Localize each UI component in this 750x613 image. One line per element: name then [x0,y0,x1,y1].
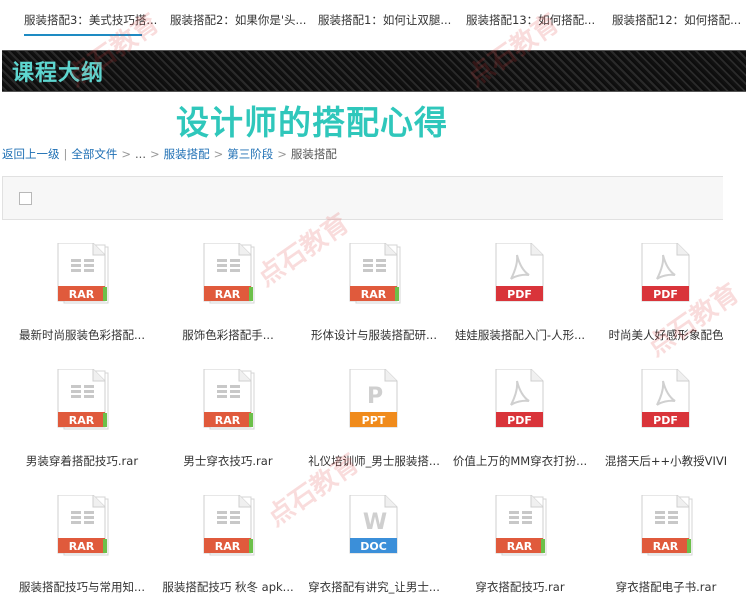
file-name[interactable]: 服饰色彩搭配手... [158,327,298,343]
file-item[interactable]: RAR 男装穿着搭配技巧.rar [12,368,152,487]
file-item[interactable]: PDF 价值上万的MM穿衣打扮... [450,368,590,487]
tab-5[interactable]: 服装搭配12：如何搭配... [612,12,750,28]
rar-file-icon[interactable]: RAR [495,494,547,557]
file-name[interactable]: 礼仪培训师_男士服装搭... [304,453,444,469]
svg-text:PDF: PDF [507,414,532,427]
file-name[interactable]: 服装搭配技巧 秋冬 apk... [158,579,298,595]
file-item[interactable]: RAR 服装搭配技巧 秋冬 apk... [158,494,298,613]
file-name[interactable]: 男装穿着搭配技巧.rar [12,453,152,469]
file-item[interactable]: PDF 时尚美人好感形象配色 [596,242,736,361]
rar-file-icon[interactable]: RAR [641,494,693,557]
file-item[interactable]: W DOC 穿衣搭配有讲究_让男士... [304,494,444,613]
file-toolbar [2,176,723,220]
file-item[interactable]: RAR 服饰色彩搭配手... [158,242,298,361]
svg-text:RAR: RAR [69,288,95,301]
tab-3[interactable]: 服装搭配1：如何让双腿... [318,12,458,28]
rar-file-icon[interactable]: RAR [57,368,109,431]
chevron-right-icon: > [277,147,287,161]
file-item[interactable]: PDF 娃娃服装搭配入门-人形... [450,242,590,361]
rar-file-icon[interactable]: RAR [349,242,401,305]
svg-text:RAR: RAR [215,540,241,553]
tab-4[interactable]: 服装搭配13：如何搭配... [466,12,606,28]
file-item[interactable]: RAR 穿衣搭配技巧.rar [450,494,590,613]
file-name[interactable]: 穿衣搭配电子书.rar [596,579,736,595]
file-name[interactable]: 形体设计与服装搭配研... [304,327,444,343]
svg-text:PDF: PDF [507,288,532,301]
breadcrumb-level1-link[interactable]: 服装搭配 [164,147,210,161]
svg-text:PPT: PPT [362,414,386,427]
file-name[interactable]: 男士穿衣技巧.rar [158,453,298,469]
svg-text:RAR: RAR [215,288,241,301]
file-name[interactable]: 时尚美人好感形象配色 [596,327,736,343]
svg-text:RAR: RAR [69,414,95,427]
rar-file-icon[interactable]: RAR [203,368,255,431]
file-item[interactable]: RAR 形体设计与服装搭配研... [304,242,444,361]
file-item[interactable]: PDF 混搭天后++小教授VIVI [596,368,736,487]
svg-text:RAR: RAR [507,540,533,553]
svg-text:RAR: RAR [361,288,387,301]
file-name[interactable]: 穿衣搭配有讲究_让男士... [304,579,444,595]
file-name[interactable]: 服装搭配技巧与常用知... [12,579,152,595]
course-banner: 课程大纲 [2,50,746,92]
breadcrumb-divider: | [63,147,68,161]
tab-1[interactable]: 服装搭配3：美式技巧搭... [24,12,164,28]
chevron-right-icon: > [213,147,224,161]
svg-text:RAR: RAR [69,540,95,553]
file-name[interactable]: 穿衣搭配技巧.rar [450,579,590,595]
pdf-file-icon[interactable]: PDF [495,242,547,305]
svg-text:RAR: RAR [653,540,679,553]
pdf-file-icon[interactable]: PDF [495,368,547,431]
file-name[interactable]: 娃娃服装搭配入门-人形... [450,327,590,343]
ppt-file-icon[interactable]: P PPT [349,368,401,431]
banner-title: 课程大纲 [12,61,105,86]
breadcrumb-ellipsis[interactable]: ... [135,147,146,161]
tab-bar: 服装搭配3：美式技巧搭... 服装搭配2：如果你是'头... 服装搭配1：如何让… [0,0,750,38]
select-all-checkbox[interactable] [19,192,32,205]
file-name[interactable]: 最新时尚服装色彩搭配... [12,327,152,343]
doc-file-icon[interactable]: W DOC [349,494,401,557]
active-tab-indicator [24,34,142,36]
pdf-file-icon[interactable]: PDF [641,368,693,431]
file-item[interactable]: RAR 服装搭配技巧与常用知... [12,494,152,613]
rar-file-icon[interactable]: RAR [57,494,109,557]
file-name[interactable]: 价值上万的MM穿衣打扮... [450,453,590,469]
svg-text:PDF: PDF [653,414,678,427]
file-item[interactable]: RAR 最新时尚服装色彩搭配... [12,242,152,361]
svg-text:RAR: RAR [215,414,241,427]
rar-file-icon[interactable]: RAR [203,494,255,557]
svg-text:DOC: DOC [360,540,387,553]
back-link[interactable]: 返回上一级 [2,147,60,161]
file-item[interactable]: RAR 穿衣搭配电子书.rar [596,494,736,613]
breadcrumb-current: 服装搭配 [290,147,337,161]
breadcrumb-level2-link[interactable]: 第三阶段 [227,147,273,161]
page-title: 设计师的搭配心得 [176,103,448,142]
breadcrumb: 返回上一级 | 全部文件 >... > 服装搭配 > 第三阶段 > 服装搭配 [2,146,337,162]
all-files-link[interactable]: 全部文件 [71,147,117,161]
chevron-right-icon: > [121,147,132,161]
chevron-right-icon: > [149,147,160,161]
file-name[interactable]: 混搭天后++小教授VIVI [596,453,736,469]
file-item[interactable]: P PPT 礼仪培训师_男士服装搭... [304,368,444,487]
svg-text:W: W [363,510,387,535]
rar-file-icon[interactable]: RAR [203,242,255,305]
svg-text:P: P [367,384,383,409]
rar-file-icon[interactable]: RAR [57,242,109,305]
svg-text:PDF: PDF [653,288,678,301]
pdf-file-icon[interactable]: PDF [641,242,693,305]
file-item[interactable]: RAR 男士穿衣技巧.rar [158,368,298,487]
tab-2[interactable]: 服装搭配2：如果你是'头... [170,12,310,28]
